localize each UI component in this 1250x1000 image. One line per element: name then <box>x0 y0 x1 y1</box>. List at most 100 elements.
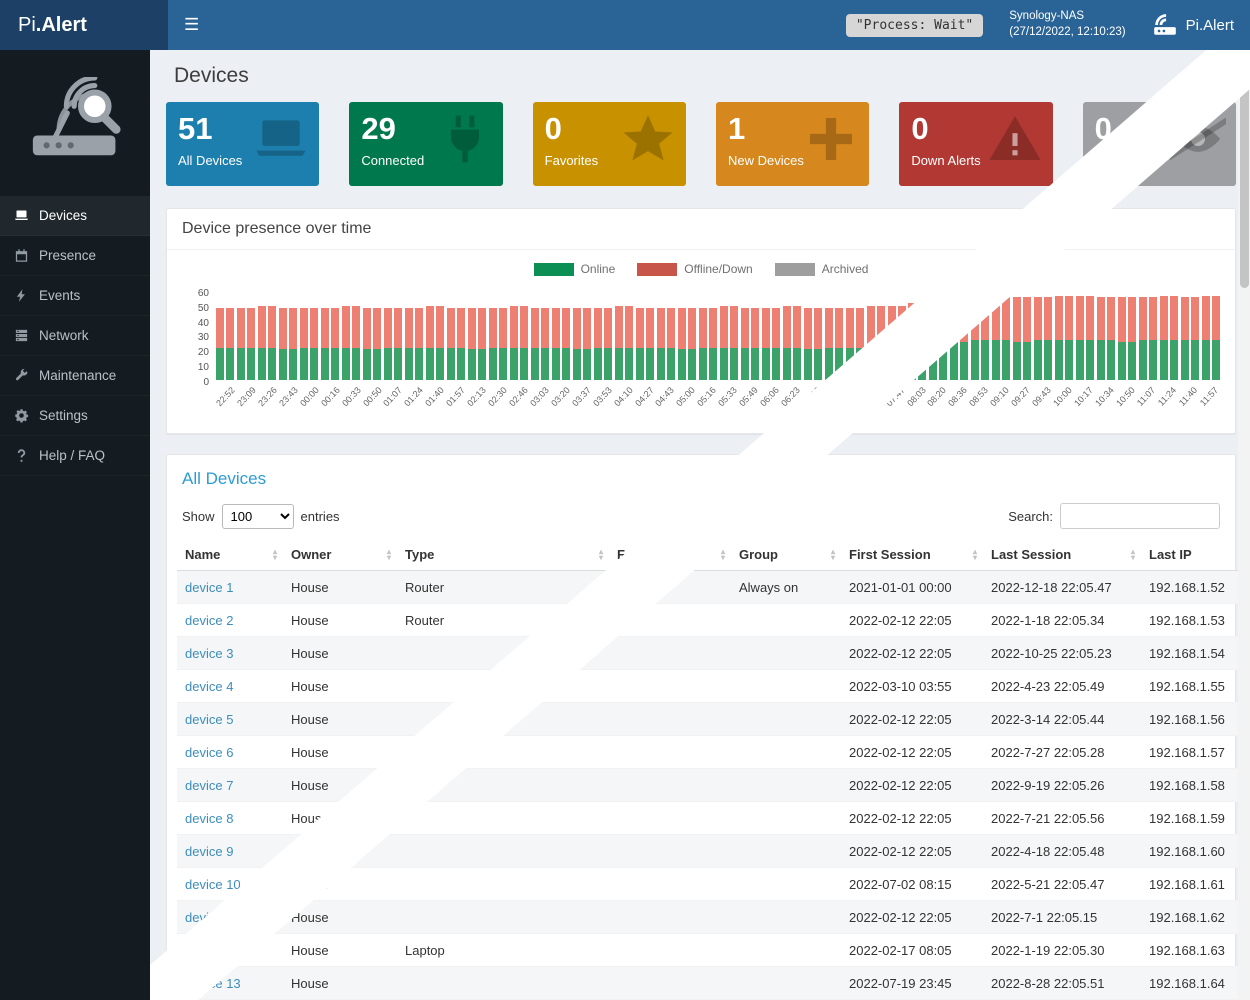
table-row[interactable]: device 6House2022-02-12 22:052022-7-27 2… <box>177 736 1250 769</box>
cell <box>397 901 609 934</box>
table-row[interactable]: device 1HouseRouterAlways on2021-01-01 0… <box>177 571 1250 604</box>
table-row[interactable]: device 3House2022-02-12 22:052022-10-25 … <box>177 637 1250 670</box>
device-link[interactable]: device 9 <box>185 844 233 859</box>
cell-name: device 9 <box>177 835 283 868</box>
device-link[interactable]: device 13 <box>185 976 241 991</box>
sidebar-item-events[interactable]: Events <box>0 276 150 316</box>
summary-card-favorites[interactable]: 0Favorites <box>533 102 686 186</box>
table-row[interactable]: device 12HouseLaptop2022-02-17 08:052022… <box>177 934 1250 967</box>
table-row[interactable]: device 11House2022-02-12 22:052022-7-1 2… <box>177 901 1250 934</box>
stacked-bar <box>415 308 423 380</box>
table-row[interactable]: device 2HouseRouter2022-02-12 22:052022-… <box>177 604 1250 637</box>
device-link[interactable]: device 7 <box>185 778 233 793</box>
column-label: Type <box>405 547 434 562</box>
stacked-bar <box>981 296 989 380</box>
column-header-last-session[interactable]: Last Session▴▾ <box>983 539 1141 571</box>
cell <box>609 703 731 736</box>
device-link[interactable]: device 8 <box>185 811 233 826</box>
column-header-name[interactable]: Name▴▾ <box>177 539 283 571</box>
x-tick: 08:36 <box>948 383 969 429</box>
x-tick: 22:52 <box>216 383 237 429</box>
device-link[interactable]: device 5 <box>185 712 233 727</box>
x-tick: 08:53 <box>969 383 990 429</box>
column-header-type[interactable]: Type▴▾ <box>397 539 609 571</box>
sidebar-item-maintenance[interactable]: Maintenance <box>0 356 150 396</box>
cell: House <box>283 868 397 901</box>
device-link[interactable]: device 10 <box>185 877 241 892</box>
sidebar-item-network[interactable]: Network <box>0 316 150 356</box>
stacked-bar <box>1034 297 1042 380</box>
column-header-favorite[interactable]: Favorite▴▾ <box>609 539 731 571</box>
cell-name: device 4 <box>177 670 283 703</box>
sidebar-menu: DevicesPresenceEventsNetworkMaintenanceS… <box>0 196 150 476</box>
x-tick: 10:34 <box>1095 383 1116 429</box>
sidebar-item-devices[interactable]: Devices <box>0 196 150 236</box>
summary-card-all-devices[interactable]: 51All Devices <box>166 102 319 186</box>
bar-group <box>720 288 738 380</box>
device-link[interactable]: device 2 <box>185 613 233 628</box>
cell: 2022-1-19 22:05.30 <box>983 934 1141 967</box>
device-link[interactable]: device 11 <box>185 910 240 925</box>
table-row[interactable]: device 8House2022-02-12 22:052022-7-21 2… <box>177 802 1250 835</box>
bar-group <box>384 288 402 380</box>
x-tick: 03:37 <box>572 383 593 429</box>
table-row[interactable]: device 13House2022-07-19 23:452022-8-28 … <box>177 967 1250 1000</box>
stacked-bar <box>531 308 539 380</box>
sidebar-item-help-faq[interactable]: Help / FAQ <box>0 436 150 476</box>
cell: 2022-4-18 22:05.48 <box>983 835 1141 868</box>
x-tick: 06:39 <box>802 383 823 429</box>
device-link[interactable]: device 1 <box>185 580 233 595</box>
eye-slash-icon <box>1170 111 1226 167</box>
vertical-scrollbar[interactable] <box>1238 50 1250 1000</box>
stacked-bar <box>835 308 843 380</box>
hamburger-menu-icon[interactable]: ☰ <box>168 15 215 35</box>
entries-select[interactable]: 100 <box>222 504 294 529</box>
summary-card-connected[interactable]: 29Connected <box>349 102 502 186</box>
table-row[interactable]: device 10House2022-07-02 08:152022-5-21 … <box>177 868 1250 901</box>
stacked-bar <box>730 306 738 380</box>
device-link[interactable]: device 4 <box>185 679 233 694</box>
cell <box>731 769 841 802</box>
table-row[interactable]: device 5House2022-02-12 22:052022-3-14 2… <box>177 703 1250 736</box>
summary-card-down-alerts[interactable]: 0Down Alerts <box>899 102 1052 186</box>
brand-logo[interactable]: Pi.Alert <box>0 0 168 50</box>
search-input[interactable] <box>1060 503 1220 529</box>
column-header-first-session[interactable]: First Session▴▾ <box>841 539 983 571</box>
cell: 2022-7-1 22:05.15 <box>983 901 1141 934</box>
bar-group <box>636 288 654 380</box>
cell: House <box>283 967 397 1000</box>
bar-group <box>531 288 549 380</box>
table-row[interactable]: device 4House2022-03-10 03:552022-4-23 2… <box>177 670 1250 703</box>
stacked-bar <box>720 306 728 380</box>
scrollbar-thumb[interactable] <box>1240 58 1249 288</box>
device-link[interactable]: device 12 <box>185 943 241 958</box>
x-tick: 10:50 <box>1116 383 1137 429</box>
sidebar-item-settings[interactable]: Settings <box>0 396 150 436</box>
stacked-bar <box>352 306 360 380</box>
stacked-bar <box>814 308 822 380</box>
cell <box>731 670 841 703</box>
cell: 192.168.1.57 <box>1141 736 1250 769</box>
cell: 2022-02-12 22:05 <box>841 637 983 670</box>
navbar-brand[interactable]: Pi.Alert <box>1152 12 1234 38</box>
top-navbar: Pi.Alert ☰ "Process: Wait" Synology-NAS … <box>0 0 1250 50</box>
summary-card-new-devices[interactable]: 1New Devices <box>716 102 869 186</box>
column-header-last-ip[interactable]: Last IP▴▾ <box>1141 539 1250 571</box>
chart-bars <box>216 288 1220 380</box>
device-link[interactable]: device 6 <box>185 745 233 760</box>
x-tick: 11:40 <box>1178 383 1199 429</box>
bar-group <box>489 288 507 380</box>
column-label: Favorite <box>617 547 668 562</box>
cell: 2022-07-19 23:45 <box>841 967 983 1000</box>
summary-card-archived[interactable]: 0Archived <box>1083 102 1236 186</box>
table-row[interactable]: device 7House2022-02-12 22:052022-9-19 2… <box>177 769 1250 802</box>
column-header-group[interactable]: Group▴▾ <box>731 539 841 571</box>
device-link[interactable]: device 3 <box>185 646 233 661</box>
host-info: Synology-NAS (27/12/2022, 12:10:23) <box>1009 9 1125 40</box>
table-row[interactable]: device 9House2022-02-12 22:052022-4-18 2… <box>177 835 1250 868</box>
cell: House <box>283 637 397 670</box>
cell <box>397 967 609 1000</box>
sidebar-item-presence[interactable]: Presence <box>0 236 150 276</box>
column-header-owner[interactable]: Owner▴▾ <box>283 539 397 571</box>
bar-group <box>1013 288 1031 380</box>
